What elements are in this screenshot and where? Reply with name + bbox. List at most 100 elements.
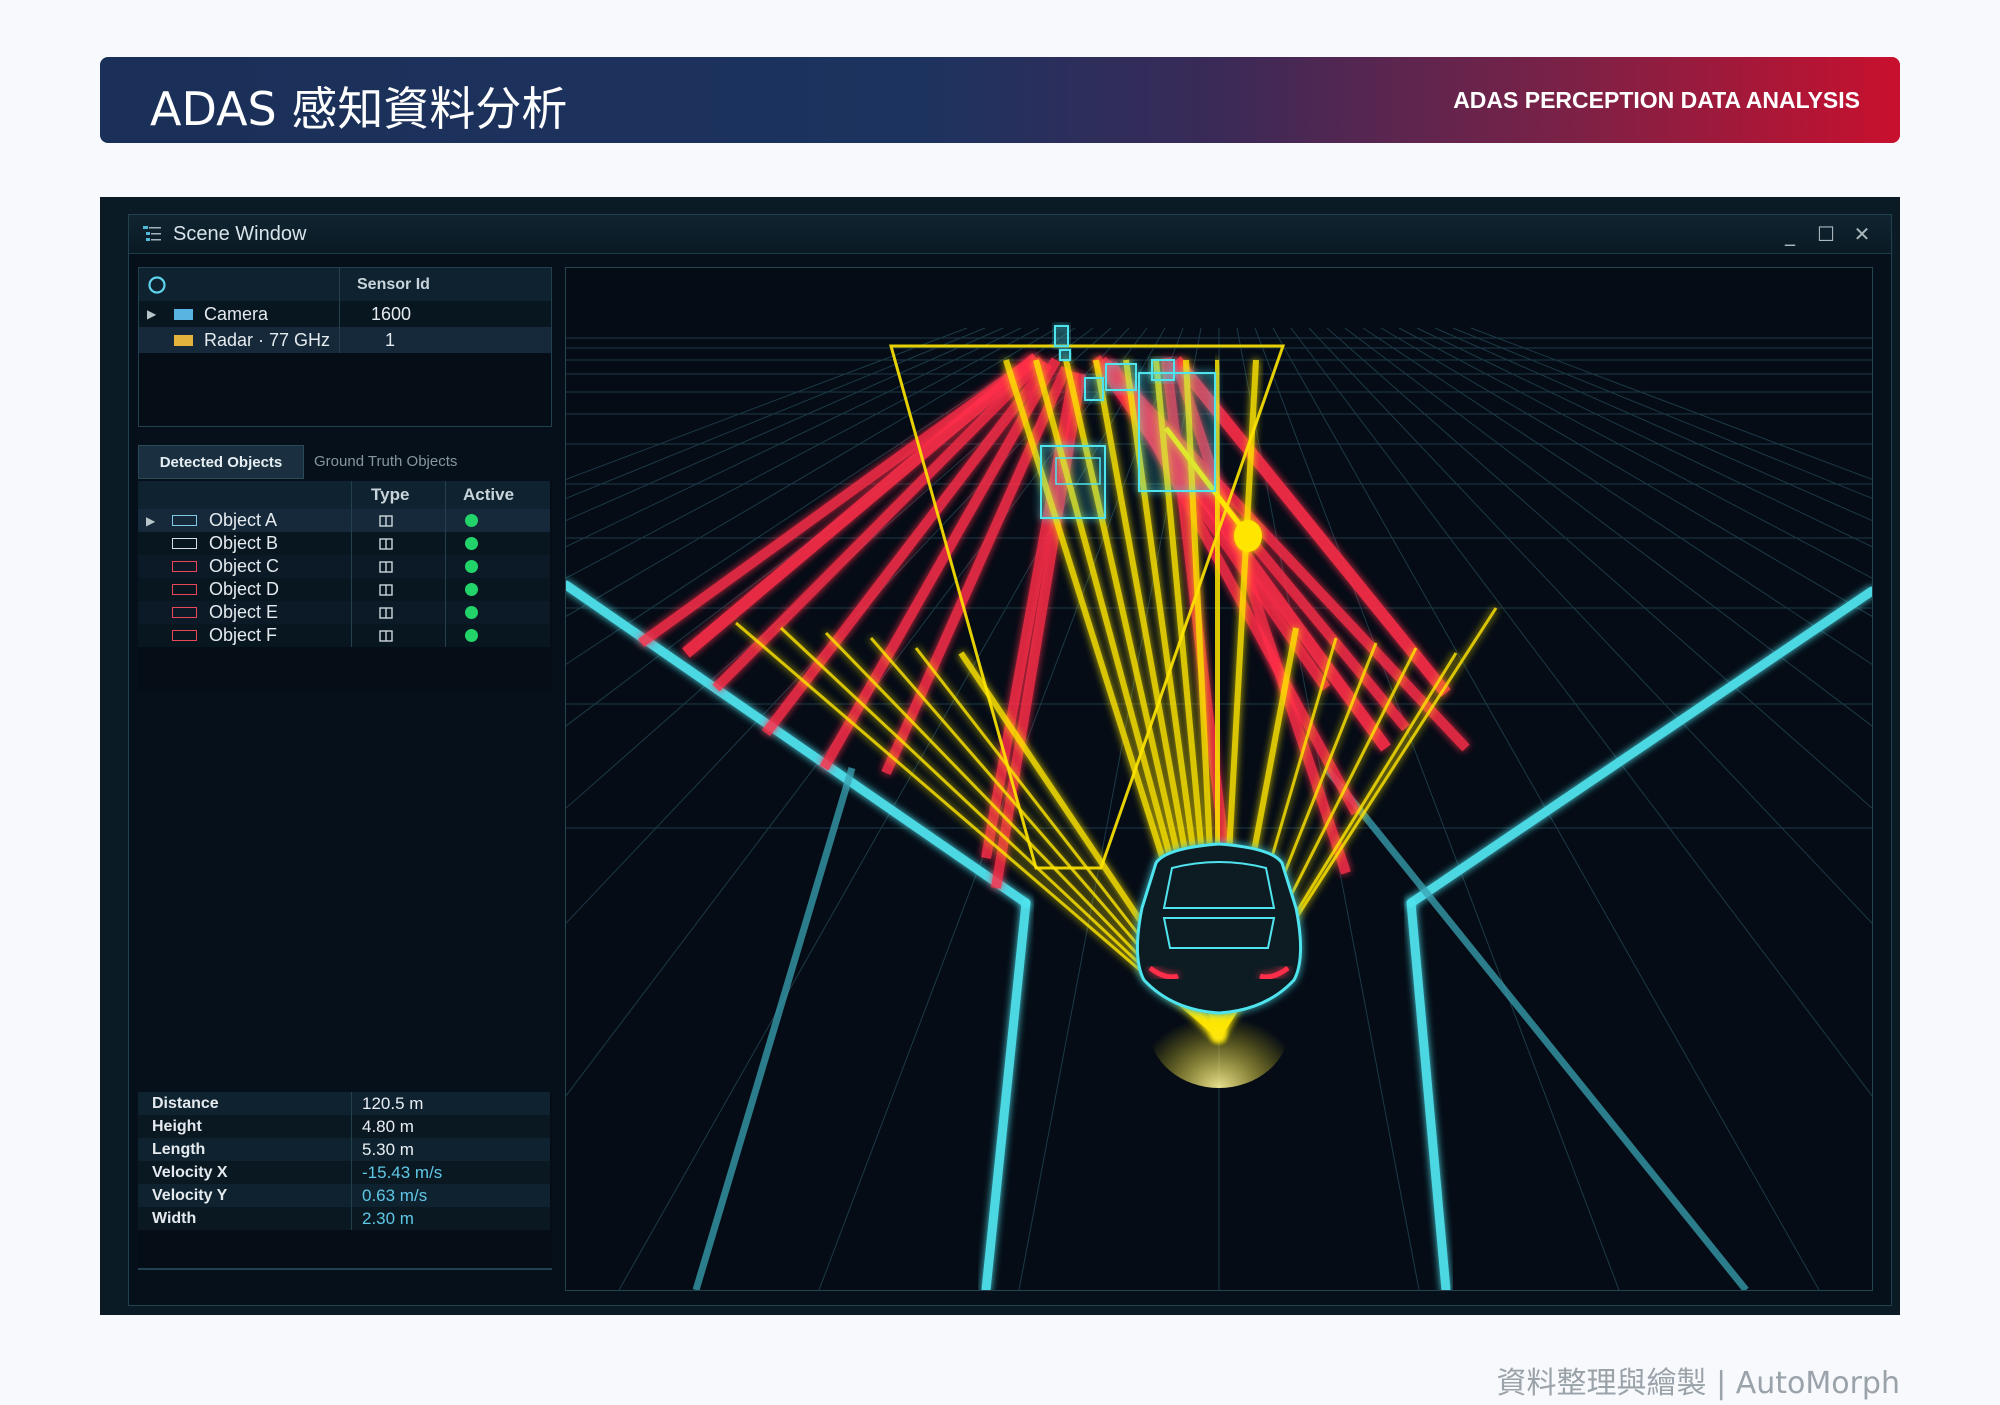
ego-car-body (1135, 842, 1303, 1015)
far-box (1059, 349, 1071, 361)
sensor-id: 1600 (371, 303, 412, 324)
type-header: Type (371, 485, 410, 504)
grid-line (1398, 327, 1872, 579)
object-name: Object B (209, 533, 279, 553)
far-box (1084, 377, 1104, 401)
object-row[interactable]: Object C (138, 555, 550, 578)
grid-line (566, 327, 1058, 617)
visibility-toggle-icon[interactable] (147, 268, 167, 301)
objects-header-row: Type Active (138, 481, 550, 509)
maximize-button[interactable]: ☐ (1813, 221, 1839, 247)
grid-line (566, 327, 1004, 522)
sensor-name: Radar · 77 GHz (204, 329, 331, 350)
object-type-icon (379, 578, 393, 601)
object-row[interactable]: Object F (138, 624, 550, 647)
window-titlebar[interactable]: Scene Window _ ☐ ✕ (129, 215, 1891, 254)
left-panel: Sensor Id ▶ Camera 1600 Radar · 77 GHz 1 (138, 267, 552, 1297)
scene-3d-view[interactable] (565, 267, 1873, 1291)
object-box-icon (172, 561, 197, 572)
property-row: Length 5.30 m (138, 1138, 550, 1161)
tab-ground-truth-objects[interactable]: Ground Truth Objects (314, 445, 514, 479)
scene-window-icon (143, 226, 161, 241)
property-label: Length (152, 1140, 206, 1158)
active-status-dot[interactable] (465, 555, 478, 578)
page-title: ADAS 感知資料分析 (150, 82, 568, 136)
property-value: 2.30 m (362, 1208, 414, 1228)
objects-table: Type Active ▶ Object A Object B Object C Obj… (138, 481, 552, 691)
property-label: Width (152, 1209, 197, 1227)
truck-box (1138, 372, 1216, 492)
grid-line (1326, 327, 1872, 809)
properties-table: Distance 120.5 m Height 4.80 m Length 5.30 mV… (138, 1092, 552, 1270)
object-name: Object A (209, 510, 278, 530)
minimize-button[interactable]: _ (1777, 221, 1803, 247)
sensor-id: 1 (385, 329, 396, 350)
active-header: Active (463, 485, 515, 504)
object-box-icon (172, 538, 197, 549)
object-type-icon (379, 624, 393, 647)
sensor-header-row: Sensor Id (139, 268, 551, 301)
active-status-dot[interactable] (465, 578, 478, 601)
lane-line (692, 766, 856, 1290)
object-name: Object E (209, 602, 279, 622)
object-row[interactable]: ▶ Object A (138, 509, 550, 532)
scene-window: Scene Window _ ☐ ✕ Sensor Id ▶ Camera 16… (128, 214, 1892, 1306)
expand-arrow-icon[interactable]: ▶ (146, 509, 155, 532)
grid-line (1344, 327, 1872, 727)
object-name: Object D (209, 579, 280, 599)
lane-line (981, 898, 1031, 1290)
far-box (1054, 325, 1069, 347)
ego-vehicle (1135, 842, 1303, 1015)
far-box (1105, 363, 1137, 391)
close-button[interactable]: ✕ (1849, 221, 1875, 247)
object-type-icon (379, 555, 393, 578)
active-status-dot[interactable] (465, 509, 478, 532)
property-row: Velocity X -15.43 m/s (138, 1161, 550, 1184)
active-status-dot[interactable] (465, 601, 478, 624)
grid-line (1452, 327, 1872, 499)
active-status-dot[interactable] (465, 532, 478, 555)
object-box-icon (172, 607, 197, 618)
pedestrian-marker (1234, 520, 1262, 552)
property-row: Distance 120.5 m (138, 1092, 550, 1115)
sensor-table: Sensor Id ▶ Camera 1600 Radar · 77 GHz 1 (138, 267, 552, 427)
screenshot-frame: Scene Window _ ☐ ✕ Sensor Id ▶ Camera 16… (100, 197, 1900, 1315)
perception-scene (566, 325, 1872, 1290)
property-label: Velocity Y (152, 1186, 228, 1204)
sensor-name: Camera (204, 303, 269, 324)
vehicle-box (1040, 445, 1106, 519)
radar-rays (638, 353, 1470, 889)
truck-box-top (1151, 359, 1175, 381)
object-box-icon (172, 584, 197, 595)
property-value: 120.5 m (362, 1093, 424, 1113)
window-title: Scene Window (173, 223, 307, 245)
object-type-icon (379, 532, 393, 555)
property-label: Distance (152, 1094, 219, 1112)
grid-line (1362, 327, 1872, 665)
header-banner: ADAS 感知資料分析 ADAS PERCEPTION DATA ANALYSI… (100, 57, 1900, 143)
property-value: -15.43 m/s (362, 1162, 443, 1182)
property-value: 4.80 m (362, 1116, 414, 1136)
grid-line (1308, 327, 1872, 924)
sensor-row-camera[interactable]: ▶ Camera 1600 (139, 301, 551, 327)
page-subtitle: ADAS PERCEPTION DATA ANALYSIS (1453, 87, 1860, 113)
property-label: Height (152, 1117, 202, 1135)
grid-line (1416, 327, 1872, 548)
sensor-id-header: Sensor Id (357, 275, 430, 293)
property-row: Velocity Y 0.63 m/s (138, 1184, 550, 1207)
property-row: Width 2.30 m (138, 1207, 550, 1230)
lane-line (1406, 898, 1451, 1290)
expand-arrow-icon[interactable]: ▶ (147, 301, 156, 327)
active-status-dot[interactable] (465, 624, 478, 647)
radar-color-swatch (174, 334, 193, 346)
footer-credit: 資料整理與繪製 | AutoMorph (1496, 1366, 1900, 1401)
tab-detected-objects[interactable]: Detected Objects (138, 445, 304, 479)
object-type-icon (379, 601, 393, 624)
object-row[interactable]: Object B (138, 532, 550, 555)
object-row[interactable]: Object E (138, 601, 550, 624)
object-tabs: Detected Objects Ground Truth Objects (138, 445, 552, 479)
grid-line (566, 327, 986, 499)
object-row[interactable]: Object D (138, 578, 550, 601)
lane-line (566, 580, 1031, 908)
sensor-row-radar[interactable]: Radar · 77 GHz 1 (139, 327, 551, 353)
